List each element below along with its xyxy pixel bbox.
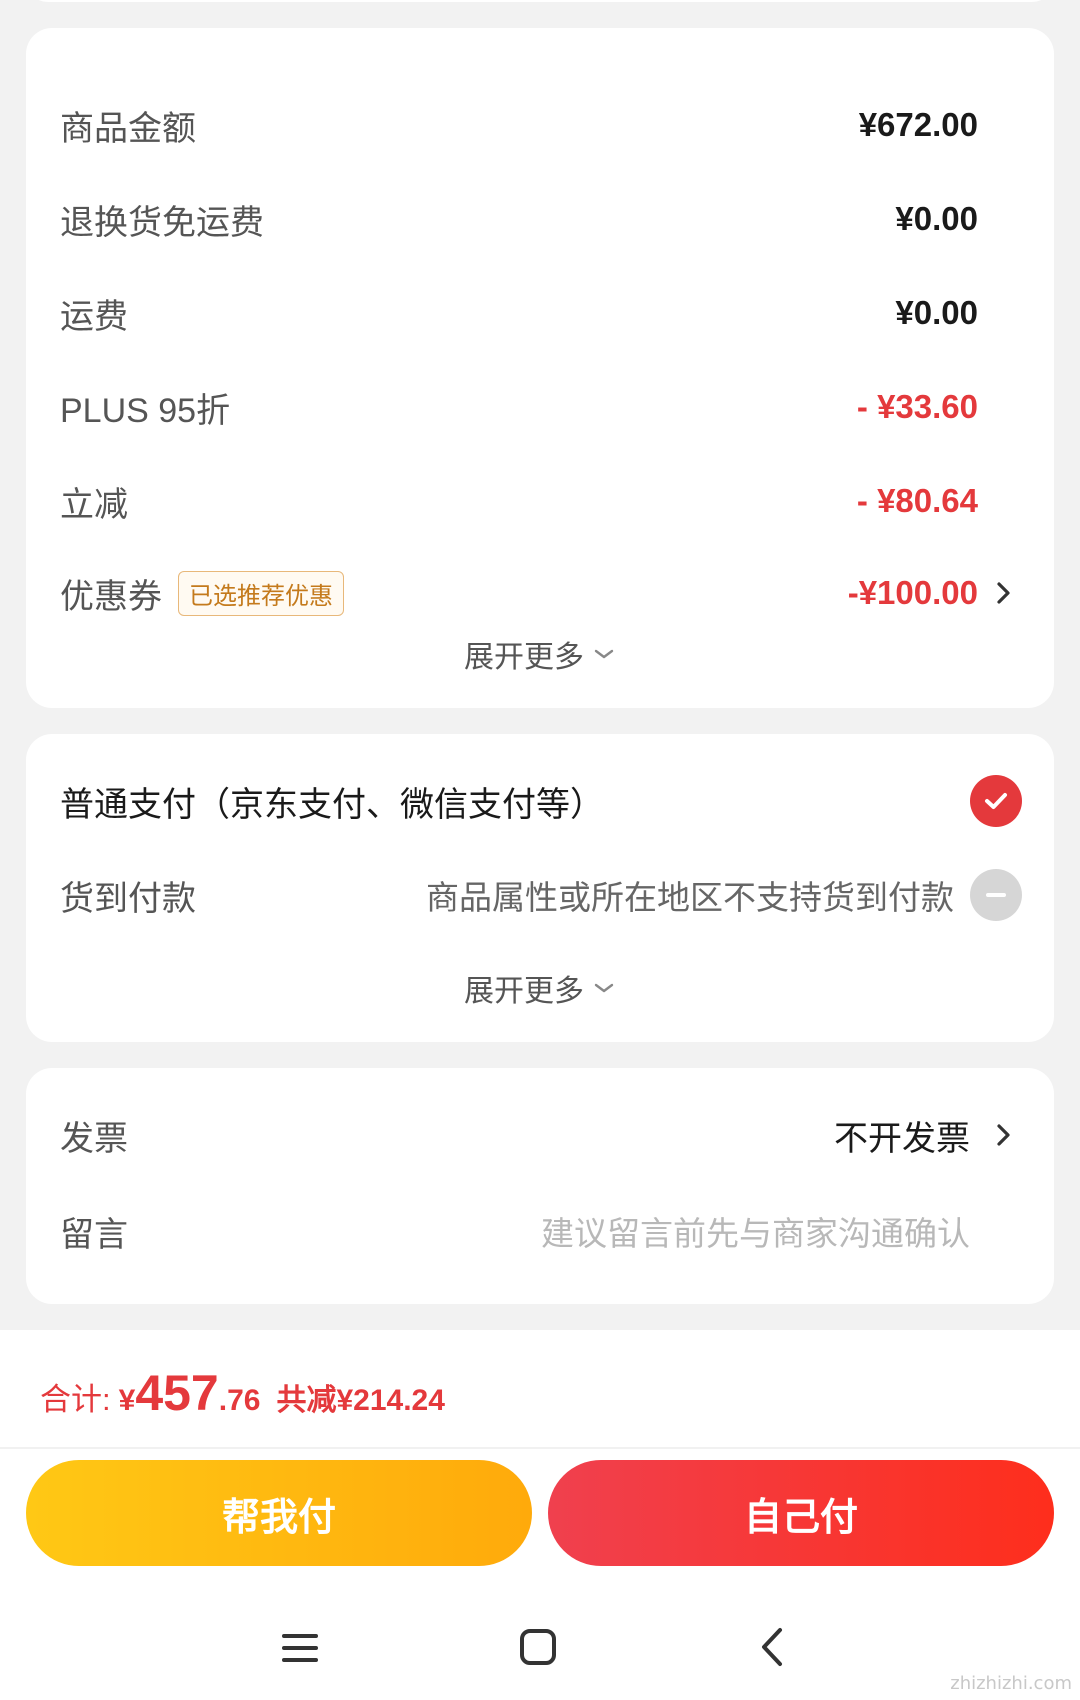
- row-plus-discount: PLUS 95折 - ¥33.60: [26, 372, 1054, 442]
- invoice-label: 发票: [60, 1118, 128, 1159]
- coupon-recommended-badge: 已选推荐优惠: [178, 570, 344, 616]
- back-icon[interactable]: [744, 1618, 804, 1678]
- total-saved-value: ¥214.24: [336, 1384, 445, 1417]
- row-goods-amount: 商品金额 ¥672.00: [26, 90, 1054, 160]
- total-summary: 合计: ¥ 457 .76 共减 ¥214.24: [40, 1364, 445, 1422]
- coupon-label: 优惠券: [60, 576, 162, 617]
- system-nav-bar: zhizhizhi.com: [0, 1598, 1080, 1700]
- plus-discount-value: - ¥33.60: [856, 388, 978, 425]
- invoice-message-card: 发票 不开发票 留言 建议留言前先与商家沟通确认: [26, 1068, 1054, 1304]
- summary-expand-more[interactable]: 展开更多: [26, 632, 1054, 676]
- invoice-value: 不开发票: [834, 1118, 970, 1159]
- total-decimal: .76: [218, 1384, 261, 1417]
- return-shipping-label: 退换货免运费: [60, 202, 264, 243]
- payment-expand-label: 展开更多: [464, 974, 584, 1009]
- chevron-down-icon: [594, 983, 614, 993]
- footer-divider: [0, 1447, 1080, 1449]
- row-coupon[interactable]: 优惠券 已选推荐优惠 -¥100.00: [26, 558, 1054, 628]
- checkmark-icon[interactable]: [970, 775, 1022, 827]
- total-saved-label: 共减: [276, 1384, 337, 1417]
- message-label: 留言: [60, 1214, 128, 1255]
- instant-discount-label: 立减: [60, 484, 128, 525]
- minus-icon: [970, 869, 1022, 921]
- checkout-footer: 合计: ¥ 457 .76 共减 ¥214.24 帮我付 自己付 zhizhiz…: [0, 1330, 1080, 1700]
- menu-icon[interactable]: [270, 1618, 330, 1678]
- self-pay-button[interactable]: 自己付: [548, 1460, 1054, 1566]
- total-currency: ¥: [118, 1384, 136, 1417]
- row-instant-discount: 立减 - ¥80.64: [26, 466, 1054, 536]
- row-return-shipping: 退换货免运费 ¥0.00: [26, 184, 1054, 254]
- shipping-value: ¥0.00: [895, 294, 978, 331]
- normal-payment-title: 普通支付（京东支付、微信支付等）: [60, 784, 604, 825]
- message-row[interactable]: 留言 建议留言前先与商家沟通确认: [26, 1196, 1054, 1266]
- payment-option-normal[interactable]: 普通支付（京东支付、微信支付等）: [26, 766, 1054, 836]
- message-input[interactable]: 建议留言前先与商家沟通确认: [541, 1207, 970, 1255]
- goods-amount-value: ¥672.00: [858, 106, 978, 143]
- home-icon[interactable]: [508, 1618, 568, 1678]
- price-summary-card: 商品金额 ¥672.00 退换货免运费 ¥0.00 运费 ¥0.00 PLUS …: [26, 28, 1054, 708]
- goods-amount-label: 商品金额: [60, 108, 196, 149]
- payment-method-card: 普通支付（京东支付、微信支付等） 货到付款 商品属性或所在地区不支持货到付款 展…: [26, 734, 1054, 1042]
- coupon-label-group: 优惠券 已选推荐优惠: [60, 569, 344, 618]
- invoice-row[interactable]: 发票 不开发票: [26, 1100, 1054, 1170]
- payment-expand-more[interactable]: 展开更多: [26, 966, 1054, 1010]
- return-shipping-value: ¥0.00: [895, 200, 978, 237]
- total-integer: 457: [135, 1365, 219, 1421]
- summary-expand-label: 展开更多: [464, 640, 584, 675]
- chevron-down-icon: [594, 649, 614, 659]
- payment-option-cod: 货到付款 商品属性或所在地区不支持货到付款: [26, 860, 1054, 930]
- watermark: zhizhizhi.com: [950, 1673, 1072, 1694]
- total-label: 合计:: [40, 1382, 111, 1417]
- shipping-label: 运费: [60, 296, 128, 337]
- row-shipping: 运费 ¥0.00: [26, 278, 1054, 348]
- chevron-right-icon[interactable]: [990, 576, 1016, 610]
- coupon-value: -¥100.00: [847, 574, 978, 611]
- instant-discount-value: - ¥80.64: [856, 482, 978, 519]
- plus-discount-label: PLUS 95折: [60, 391, 231, 430]
- previous-card-edge: [26, 0, 1054, 2]
- cod-unavailable-hint: 商品属性或所在地区不支持货到付款: [426, 878, 954, 917]
- help-pay-button[interactable]: 帮我付: [26, 1460, 532, 1566]
- chevron-right-icon[interactable]: [990, 1118, 1016, 1152]
- cod-label: 货到付款: [60, 878, 196, 919]
